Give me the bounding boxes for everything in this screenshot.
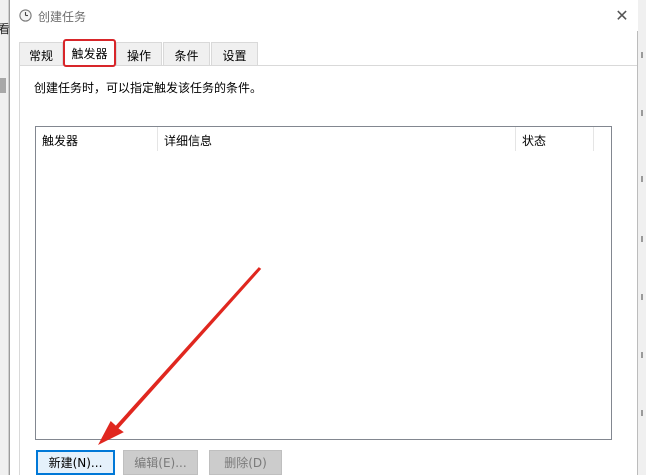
close-icon: ✕ — [615, 6, 629, 25]
button-label: 删除(D) — [224, 456, 267, 470]
tab-label: 操作 — [126, 49, 151, 63]
scrollbar-tick — [641, 294, 643, 300]
create-task-dialog: 创建任务 ✕ 常规 触发器 操作 条件 设置 创建任务时，可以指定触发该任务的条… — [9, 0, 638, 475]
scrollbar-tick — [641, 352, 643, 358]
title-bar[interactable]: 创建任务 ✕ — [10, 0, 638, 31]
button-label: 编辑(E)... — [134, 456, 187, 470]
column-header-trigger[interactable]: 触发器 — [36, 127, 158, 151]
tab-label: 触发器 — [71, 47, 108, 61]
new-trigger-button[interactable]: 新建(N)... — [36, 450, 115, 475]
triggers-list[interactable]: 触发器 详细信息 状态 — [35, 126, 612, 440]
edit-trigger-button[interactable]: 编辑(E)... — [123, 450, 198, 475]
scrollbar-tick — [641, 176, 643, 182]
column-header-details[interactable]: 详细信息 — [158, 127, 516, 151]
tab-actions[interactable]: 操作 — [116, 42, 162, 65]
tab-label: 常规 — [28, 49, 53, 63]
tab-label: 设置 — [222, 49, 247, 63]
column-header-label: 详细信息 — [164, 134, 213, 148]
button-label: 新建(N)... — [48, 456, 103, 470]
scrollbar-tick — [641, 410, 643, 416]
delete-trigger-button[interactable]: 删除(D) — [209, 450, 282, 475]
clock-icon — [19, 9, 32, 22]
triggers-description: 创建任务时，可以指定触发该任务的条件。 — [34, 81, 263, 95]
scrollbar-tick — [641, 236, 643, 242]
tab-label: 条件 — [174, 49, 199, 63]
column-header-status[interactable]: 状态 — [516, 127, 594, 151]
list-body-empty[interactable] — [36, 151, 611, 439]
window-title: 创建任务 — [38, 10, 87, 24]
background-window-scroll-mark — [0, 78, 6, 93]
scrollbar-tick — [641, 110, 643, 116]
tab-settings[interactable]: 设置 — [211, 42, 258, 65]
close-button[interactable]: ✕ — [606, 0, 638, 31]
background-window-scrollbar[interactable] — [637, 0, 646, 475]
list-header: 触发器 详细信息 状态 — [36, 127, 611, 151]
tab-conditions[interactable]: 条件 — [163, 42, 210, 65]
column-header-label: 触发器 — [42, 134, 79, 148]
tab-general[interactable]: 常规 — [19, 42, 63, 65]
scrollbar-tick — [641, 52, 643, 58]
tab-triggers[interactable]: 触发器 — [63, 39, 116, 67]
column-header-label: 状态 — [522, 134, 547, 148]
background-window-edge: 看 — [0, 0, 10, 475]
